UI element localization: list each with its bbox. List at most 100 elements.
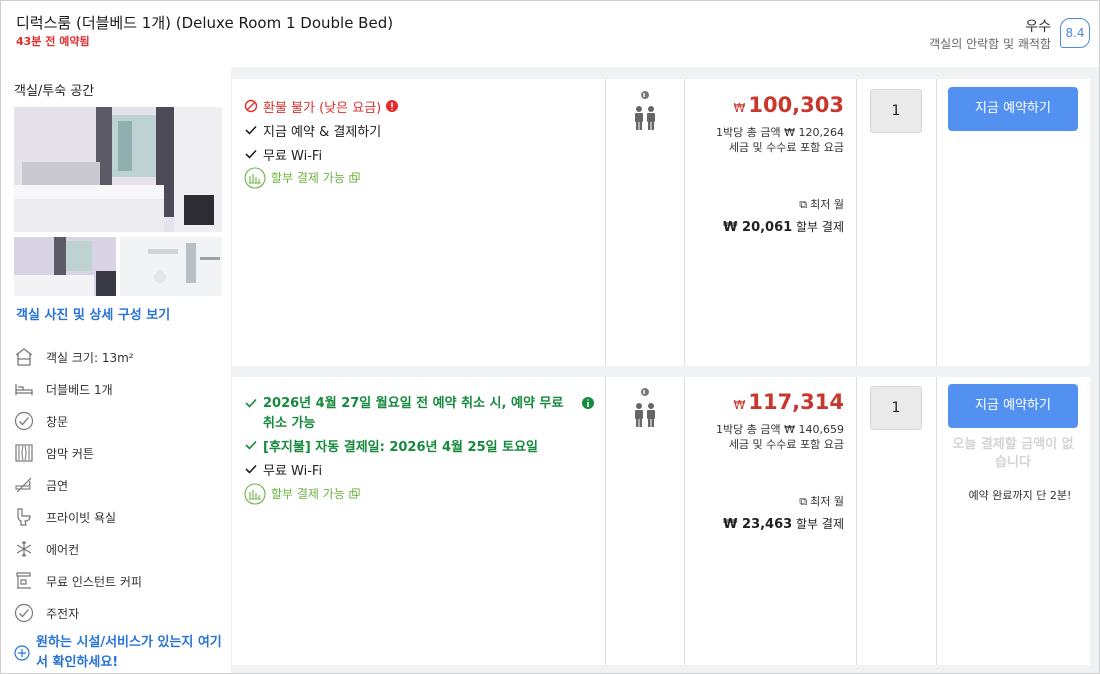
more-amenities-label[interactable]: 원하는 시설/서비스가 있는지 여기서 확인하세요! — [36, 633, 229, 673]
offer-row-2: 2026년 4월 27일 월요일 전 예약 취소 시, 예약 무료 취소 가능 … — [232, 377, 1090, 665]
currency-symbol: ₩ — [733, 398, 746, 412]
more-amenities-link[interactable]: 원하는 시설/서비스가 있는지 여기서 확인하세요! — [14, 633, 229, 673]
plus-circle-icon — [14, 645, 30, 661]
amenity-private-bathroom: 프라이빗 욕실 — [14, 506, 116, 528]
toilet-icon — [17, 508, 31, 526]
amenity-room-size: 객실 크기: 13m² — [14, 346, 134, 368]
room-photo-main[interactable] — [14, 107, 222, 232]
room-photos-link[interactable]: 객실 사진 및 상세 구성 보기 — [16, 304, 170, 323]
external-link-icon — [349, 172, 360, 183]
amenity-instant-coffee: 무료 인스턴트 커피 — [14, 570, 142, 592]
currency-symbol: ₩ — [733, 101, 746, 115]
lowest-label-text: 최저 월 — [810, 495, 844, 508]
column-divider — [605, 79, 606, 366]
tax-included-note: 세금 및 수수료 포함 요금 — [728, 141, 844, 154]
no-entry-icon — [244, 99, 258, 113]
checkmark-icon — [245, 398, 257, 408]
feature-text: 할부 결제 가능 — [271, 171, 345, 185]
feature-text: 할부 결제 가능 — [271, 487, 345, 501]
checkmark-icon — [245, 149, 257, 159]
price: ₩100,303 — [733, 93, 844, 117]
guest-capacity[interactable] — [632, 89, 658, 137]
external-link-icon — [349, 488, 360, 499]
room-photo-thumb-1[interactable] — [14, 237, 116, 296]
check-circle-icon — [14, 603, 34, 623]
lowest-monthly-label: ⧉ 최저 월 — [799, 493, 844, 509]
pay-later-feature: [후지불] 자동 결제일: 2026년 4월 25일 토요일 — [244, 436, 538, 455]
feature-text: 무료 Wi-Fi — [263, 149, 323, 164]
amenity-air-conditioning: 에어컨 — [14, 538, 79, 560]
rating-subtitle: 객실의 안락함 및 쾌적함 — [929, 37, 1051, 51]
feature-text: 지금 예약 & 결제하기 — [263, 125, 382, 140]
amenity-non-smoking: 금연 — [14, 474, 68, 496]
price-amount: 117,314 — [748, 390, 844, 414]
total-per-night: 1박당 총 금액 ₩ 140,659 — [716, 423, 844, 436]
price: ₩117,314 — [733, 390, 844, 414]
column-divider — [856, 79, 857, 366]
column-divider — [936, 79, 937, 366]
checkmark-icon — [245, 125, 257, 135]
amenity-label: 객실 크기: 13m² — [46, 350, 134, 365]
room-card: 디럭스룸 (더블베드 1개) (Deluxe Room 1 Double Bed… — [0, 0, 1100, 674]
installment-icon — [244, 167, 266, 189]
feature-text: 무료 Wi-Fi — [263, 464, 323, 479]
offer-row-1: 환불 불가 (낮은 요금) 지금 예약 & 결제하기 무료 Wi-Fi 할부 결… — [232, 79, 1090, 366]
book-now-button[interactable]: 지금 예약하기 — [948, 384, 1078, 428]
room-size-icon — [15, 348, 33, 366]
coffee-machine-icon — [16, 572, 31, 589]
amenity-label: 더블베드 1개 — [46, 382, 113, 397]
tax-included-note: 세금 및 수수료 포함 요금 — [728, 438, 844, 451]
amenity-kettle: 주전자 — [14, 602, 79, 624]
two-guests-icon — [635, 91, 655, 130]
room-info-panel: 객실/투숙 공간 객실 사진 및 상세 구성 보기 객실 크기: 13m² 더블… — [1, 67, 231, 673]
amenity-label: 에어컨 — [46, 542, 80, 557]
installment-feature[interactable]: 할부 결제 가능 — [244, 483, 365, 505]
room-photo-illustration — [14, 107, 222, 232]
book-now-button[interactable]: 지금 예약하기 — [948, 87, 1078, 131]
rating-word: 우수 — [1025, 19, 1051, 35]
info-icon[interactable] — [581, 396, 595, 410]
lowest-label-text: 최저 월 — [810, 198, 844, 211]
amenity-label: 금연 — [46, 478, 69, 493]
booking-time-note: 예약 완료까지 단 2분! — [968, 489, 1072, 502]
amenity-label: 주전자 — [46, 606, 80, 621]
monthly-label: 할부 결제 — [796, 220, 844, 234]
external-link-icon: ⧉ — [799, 198, 808, 211]
feature-text: 2026년 4월 27일 월요일 전 예약 취소 시, 예약 무료 취소 가능 — [263, 396, 564, 431]
monthly-installment: ₩ 20,061 할부 결제 — [723, 218, 844, 235]
checkmark-icon — [245, 464, 257, 474]
price-details: 1박당 총 금액 ₩ 120,264 세금 및 수수료 포함 요금 — [716, 125, 844, 155]
two-guests-icon — [635, 388, 655, 427]
wifi-feature: 무료 Wi-Fi — [244, 145, 322, 164]
monthly-amount: ₩ 23,463 — [723, 517, 793, 532]
info-icon[interactable] — [385, 99, 399, 113]
column-divider — [684, 377, 685, 665]
booked-ago-label: 43분 전 예약됨 — [16, 35, 90, 48]
amenity-window: 창문 — [14, 410, 68, 432]
room-quantity-select[interactable]: 1 — [870, 386, 922, 430]
price-details: 1박당 총 금액 ₩ 140,659 세금 및 수수료 포함 요금 — [716, 422, 844, 452]
room-title: 디럭스룸 (더블베드 1개) (Deluxe Room 1 Double Bed… — [16, 14, 394, 32]
snowflake-icon — [16, 541, 32, 557]
no-payment-today-note: 오늘 결제할 금액이 없습니다 — [952, 437, 1074, 470]
free-cancellation-feature: 2026년 4월 27일 월요일 전 예약 취소 시, 예약 무료 취소 가능 — [244, 394, 600, 434]
monthly-label: 할부 결제 — [796, 517, 844, 531]
column-divider — [856, 377, 857, 665]
room-quantity-select[interactable]: 1 — [870, 89, 922, 133]
wifi-feature: 무료 Wi-Fi — [244, 460, 322, 479]
pay-now-feature: 지금 예약 & 결제하기 — [244, 121, 381, 140]
feature-text: 환불 불가 (낮은 요금) — [263, 101, 382, 116]
amenity-label: 프라이빗 욕실 — [46, 510, 117, 525]
external-link-icon: ⧉ — [799, 495, 808, 508]
no-smoking-icon — [15, 477, 32, 493]
installment-icon — [244, 483, 266, 505]
room-photo-thumb-2[interactable] — [120, 237, 222, 296]
lowest-monthly-label: ⧉ 최저 월 — [799, 196, 844, 212]
guest-capacity[interactable] — [632, 386, 658, 434]
score-badge: 8.4 — [1060, 18, 1090, 48]
check-circle-icon — [14, 411, 34, 431]
installment-feature[interactable]: 할부 결제 가능 — [244, 167, 365, 189]
column-divider — [684, 79, 685, 366]
room-photo-illustration — [14, 237, 116, 296]
amenity-bed: 더블베드 1개 — [14, 378, 113, 400]
